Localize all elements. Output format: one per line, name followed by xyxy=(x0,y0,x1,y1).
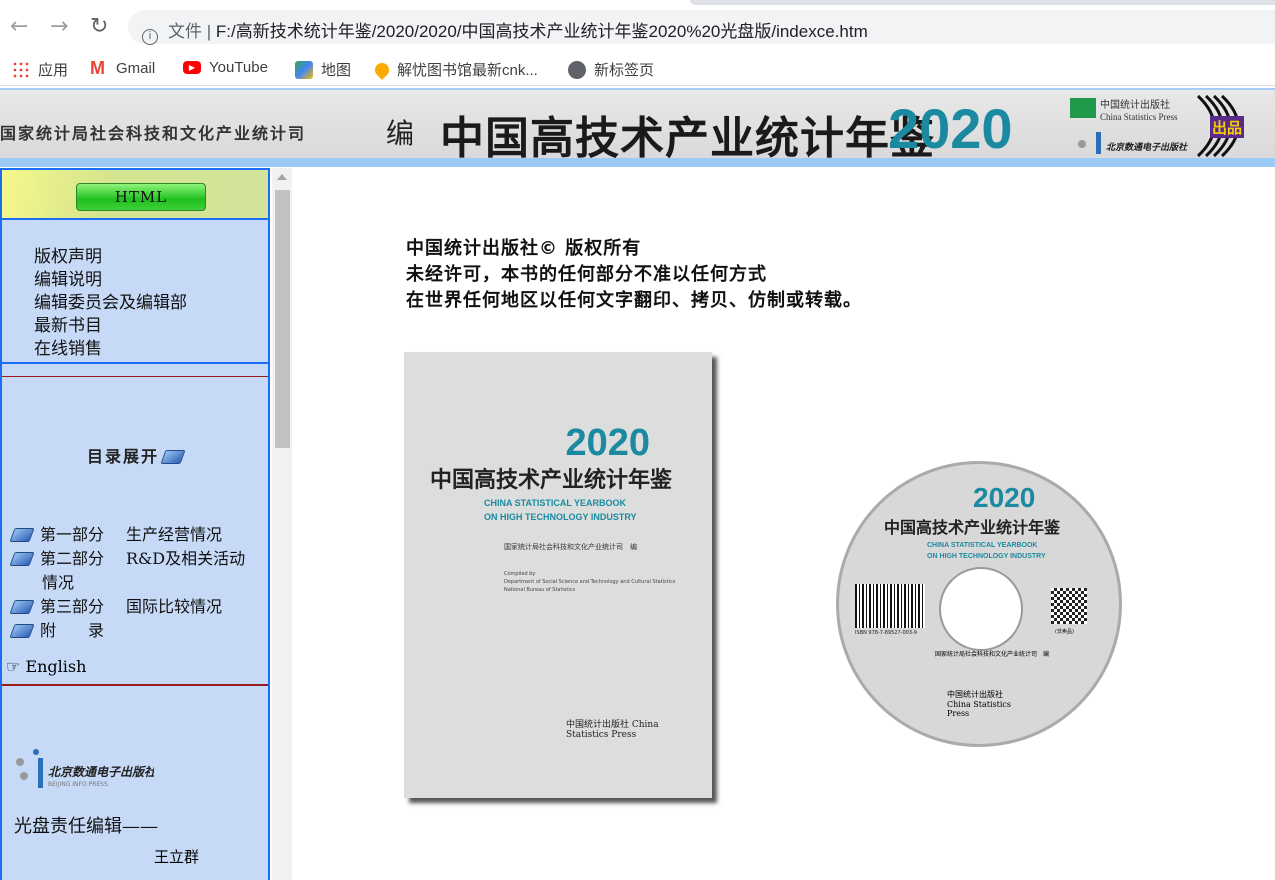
forward-icon[interactable]: → xyxy=(50,14,68,39)
barcode xyxy=(855,584,925,628)
svg-text:出品: 出品 xyxy=(1212,119,1242,137)
svg-text:北京数通电子出版社: 北京数通电子出版社 xyxy=(48,765,154,779)
banner-org: 国家统计局社会科技和文化产业统计司 xyxy=(0,124,307,143)
url-text: F:/高新技术统计年鉴/2020/2020/中国高技术产业统计年鉴2020%20… xyxy=(215,22,868,41)
sidebar-header: HTML xyxy=(2,170,268,220)
banner-title: 中国高技术产业统计年鉴 xyxy=(440,113,935,164)
bookmark-maps[interactable]: 地图 xyxy=(295,59,351,80)
address-bar-row: ← → ↻ i 文件 | F:/高新技术统计年鉴/2020/2020/中国高技术产… xyxy=(0,8,1275,48)
cd-disc-image: 2020 中国高技术产业统计年鉴 CHINA STATISTICAL YEARB… xyxy=(836,461,1122,747)
qr-code xyxy=(1051,588,1087,624)
toc-item-part3[interactable]: 第三部分 国际比较情况 xyxy=(2,595,268,619)
banner: 国家统计局社会科技和文化产业统计司 编 中国高技术产业统计年鉴 2020 中国统… xyxy=(0,88,1275,164)
disc-hole xyxy=(939,567,1023,651)
svg-text:BEIJING INFO PRESS: BEIJING INFO PRESS xyxy=(48,781,108,788)
tab-area xyxy=(690,0,1275,5)
book-icon xyxy=(9,552,35,566)
svg-text:China Statistics Press: China Statistics Press xyxy=(1100,112,1178,122)
copyright-notice: 中国统计出版社© 版权所有 未经许可，本书的任何部分不准以任何方式 在世界任何地区以… xyxy=(406,238,862,311)
html-button[interactable]: HTML xyxy=(76,183,206,211)
disc-editor-label: 光盘责任编辑—— xyxy=(14,816,158,837)
toc-item-part1[interactable]: 第一部分 生产经营情况 xyxy=(2,523,268,547)
divider xyxy=(2,684,268,686)
link-latest-books[interactable]: 最新书目 xyxy=(34,315,268,338)
bookmarks-bar: 应用 M Gmail ▶ YouTube 地图 解忧图书馆最新cnk... 新标签页 xyxy=(0,50,1275,86)
bookmark-gmail[interactable]: M Gmail xyxy=(90,59,155,77)
toc-item-appendix[interactable]: 附 录 xyxy=(2,619,268,643)
toc-item-part2[interactable]: 第二部分 R&D及相关活动情况 xyxy=(2,547,268,595)
tab-strip xyxy=(0,0,1275,6)
banner-editor-mark: 编 xyxy=(386,117,415,150)
link-editorial-notes[interactable]: 编辑说明 xyxy=(34,269,268,292)
sidebar-scrollbar[interactable] xyxy=(272,168,292,880)
back-icon[interactable]: ← xyxy=(10,14,28,39)
link-editorial-board[interactable]: 编辑委员会及编辑部 xyxy=(34,292,268,315)
apps-grid-icon xyxy=(12,60,30,79)
banner-divider xyxy=(0,158,1275,167)
scrollbar-thumb[interactable] xyxy=(275,190,290,448)
info-icon[interactable]: i xyxy=(142,29,158,45)
bookmark-youtube[interactable]: ▶ YouTube xyxy=(183,59,268,76)
pointing-hand-icon: ☞ xyxy=(6,657,21,676)
bookmark-apps[interactable]: 应用 xyxy=(12,59,68,80)
toc-list: 第一部分 生产经营情况 第二部分 R&D及相关活动情况 第三部分 国际比较情况 附 录 xyxy=(2,523,268,643)
link-copyright[interactable]: 版权声明 xyxy=(34,246,268,269)
divider xyxy=(2,376,268,377)
sidebar-links: 版权声明 编辑说明 编辑委员会及编辑部 最新书目 在线销售 xyxy=(2,220,268,364)
gmail-icon: M xyxy=(90,58,105,78)
maps-icon xyxy=(295,60,313,79)
youtube-icon: ▶ xyxy=(183,61,201,74)
book-icon xyxy=(9,624,35,638)
book-icon xyxy=(160,450,186,464)
globe-icon xyxy=(568,60,586,79)
bookmark-newtab[interactable]: 新标签页 xyxy=(568,59,654,80)
publisher-logo: 中国统计出版社 China Statistics Press 北京数通电子出版社… xyxy=(1070,94,1244,158)
toc-expand[interactable]: 目录展开 xyxy=(2,443,268,467)
beijing-info-press-logo: 北京数通电子出版社 BEIJING INFO PRESS xyxy=(16,749,158,788)
book-cover-image: 2020 中国高技术产业统计年鉴 CHINA STATISTICAL YEARB… xyxy=(404,352,712,798)
sidebar: HTML 版权声明 编辑说明 编辑委员会及编辑部 最新书目 在线销售 目录展开 … xyxy=(0,168,270,880)
banner-year: 2020 xyxy=(888,97,1013,160)
reload-icon[interactable]: ↻ xyxy=(90,14,108,39)
scroll-up-icon[interactable] xyxy=(277,174,287,180)
bookmark-library[interactable]: 解忧图书馆最新cnk... xyxy=(372,59,538,80)
book-icon xyxy=(9,600,35,614)
url-scheme-label: 文件 xyxy=(168,22,202,41)
link-online-sales[interactable]: 在线销售 xyxy=(34,338,268,361)
disc-editor-name: 王立群 xyxy=(154,848,200,866)
lightbulb-pin-icon xyxy=(372,59,392,80)
english-link[interactable]: ☞ English xyxy=(2,657,268,676)
svg-text:中国统计出版社: 中国统计出版社 xyxy=(1100,98,1170,111)
book-icon xyxy=(9,528,35,542)
svg-text:北京数通电子出版社: 北京数通电子出版社 xyxy=(1106,142,1188,153)
url-input[interactable]: i 文件 | F:/高新技术统计年鉴/2020/2020/中国高技术产业统计年鉴2… xyxy=(128,10,1275,45)
